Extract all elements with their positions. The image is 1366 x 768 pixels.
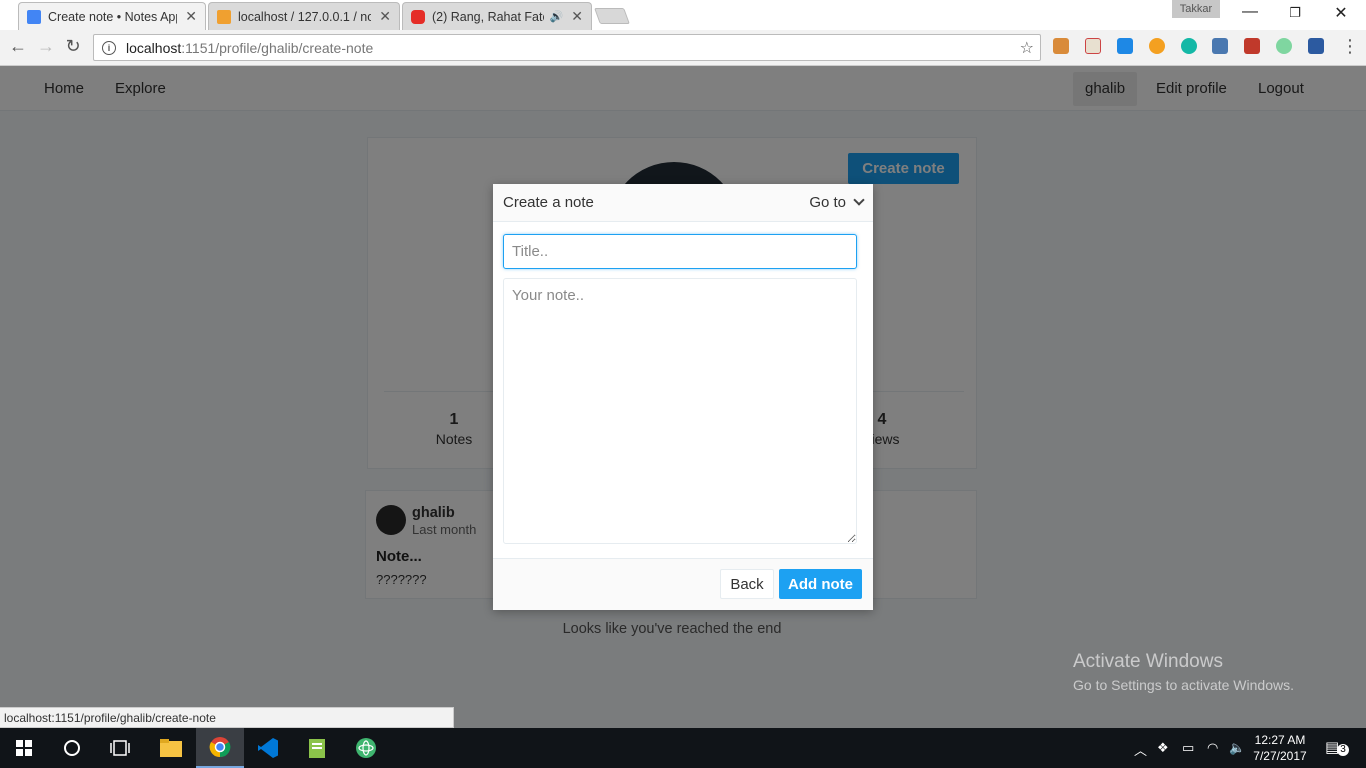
close-icon[interactable]: ✕: [185, 8, 197, 25]
status-url-bubble: localhost:1151/profile/ghalib/create-not…: [0, 707, 454, 728]
windows-taskbar: ︿ ❖ ▭ ◠ 🔈 12:27 AM 7/27/2017 ▤ 3: [0, 728, 1366, 768]
search-circle-icon[interactable]: [48, 728, 96, 768]
add-note-button[interactable]: Add note: [779, 569, 862, 599]
tab-title: (2) Rang, Rahat Fateh: [432, 9, 544, 24]
dropbox-icon[interactable]: ❖: [1157, 740, 1169, 756]
chrome-icon[interactable]: [196, 728, 244, 768]
close-icon[interactable]: ✕: [571, 8, 583, 25]
extension-icon[interactable]: [1181, 38, 1197, 54]
browser-tab-strip: Create note • Notes App ✕ localhost / 12…: [0, 0, 1366, 30]
chevron-down-icon: [853, 194, 865, 206]
extension-icon[interactable]: [1053, 38, 1069, 54]
windows-start-icon[interactable]: [0, 728, 48, 768]
bookmark-icon[interactable]: [1308, 38, 1324, 54]
goto-label: Go to: [809, 194, 846, 211]
tab-phpmyadmin[interactable]: localhost / 127.0.0.1 / no ✕: [208, 2, 400, 30]
goto-dropdown[interactable]: Go to: [809, 194, 865, 211]
document-icon: [27, 9, 41, 24]
task-view-icon[interactable]: [96, 728, 144, 768]
speaker-icon[interactable]: 🔊: [550, 10, 564, 23]
system-clock[interactable]: 12:27 AM 7/27/2017: [1253, 732, 1307, 764]
info-icon[interactable]: i: [102, 40, 116, 55]
wifi-icon[interactable]: ◠: [1207, 740, 1218, 756]
clock-time: 12:27 AM: [1254, 733, 1306, 747]
back-button[interactable]: Back: [720, 569, 774, 599]
volume-icon[interactable]: 🔈: [1229, 740, 1245, 756]
reload-icon[interactable]: ↻: [61, 36, 85, 57]
battery-icon[interactable]: ▭: [1182, 740, 1194, 756]
download-icon[interactable]: [1117, 38, 1133, 54]
chevron-up-icon[interactable]: ︿: [1134, 740, 1147, 759]
back-arrow-icon[interactable]: ←: [6, 36, 30, 57]
extension-icon[interactable]: [1085, 38, 1101, 54]
create-note-modal: Create a note Go to Back Add note: [493, 184, 873, 610]
menu-icon[interactable]: ⋮: [1338, 36, 1362, 57]
extension-icon[interactable]: [1149, 38, 1165, 54]
note-textarea[interactable]: [503, 278, 857, 544]
minimize-icon[interactable]: —: [1230, 3, 1270, 21]
phpmyadmin-icon: [217, 9, 231, 24]
browser-toolbar: ← → ↻ i localhost:1151/profile/ghalib/cr…: [0, 30, 1366, 66]
modal-footer: Back Add note: [493, 558, 873, 610]
extension-icon[interactable]: [1276, 38, 1292, 54]
modal-header: Create a note Go to: [493, 184, 873, 222]
tab-title: Create note • Notes App: [48, 9, 178, 24]
tab-title: localhost / 127.0.0.1 / no: [238, 9, 372, 24]
file-explorer-icon[interactable]: [147, 728, 195, 768]
close-icon[interactable]: ✕: [379, 8, 391, 25]
tab-youtube[interactable]: (2) Rang, Rahat Fateh 🔊 ✕: [402, 2, 592, 30]
vscode-icon[interactable]: [244, 728, 292, 768]
youtube-icon: [411, 9, 425, 24]
activate-subtitle: Go to Settings to activate Windows.: [1073, 677, 1294, 693]
modal-title: Create a note: [503, 194, 594, 211]
clock-date: 7/27/2017: [1253, 749, 1307, 763]
restore-icon[interactable]: ❐: [1275, 5, 1315, 21]
url-host: localhost: [126, 39, 182, 56]
activate-windows-watermark: Activate Windows Go to Settings to activ…: [1073, 651, 1294, 693]
tab-create-note[interactable]: Create note • Notes App ✕: [18, 2, 206, 30]
activate-title: Activate Windows: [1073, 651, 1223, 672]
new-tab-button[interactable]: [594, 8, 630, 24]
url-path: :1151/profile/ghalib/create-note: [181, 39, 374, 56]
extension-icon[interactable]: [1244, 38, 1260, 54]
title-input[interactable]: [503, 234, 857, 269]
notification-count: 3: [1337, 744, 1349, 756]
window-close-icon[interactable]: ✕: [1321, 3, 1361, 23]
chrome-profile-name[interactable]: Takkar: [1172, 0, 1220, 18]
atom-icon[interactable]: [342, 728, 390, 768]
address-bar[interactable]: i localhost:1151/profile/ghalib/create-n…: [93, 34, 1041, 61]
forward-arrow-icon[interactable]: →: [34, 36, 58, 57]
bookmark-star-icon[interactable]: ☆: [1020, 38, 1034, 58]
notepad-plus-plus-icon[interactable]: [293, 728, 341, 768]
speed-icon[interactable]: [1212, 38, 1228, 54]
action-center-icon[interactable]: ▤ 3: [1325, 738, 1349, 756]
